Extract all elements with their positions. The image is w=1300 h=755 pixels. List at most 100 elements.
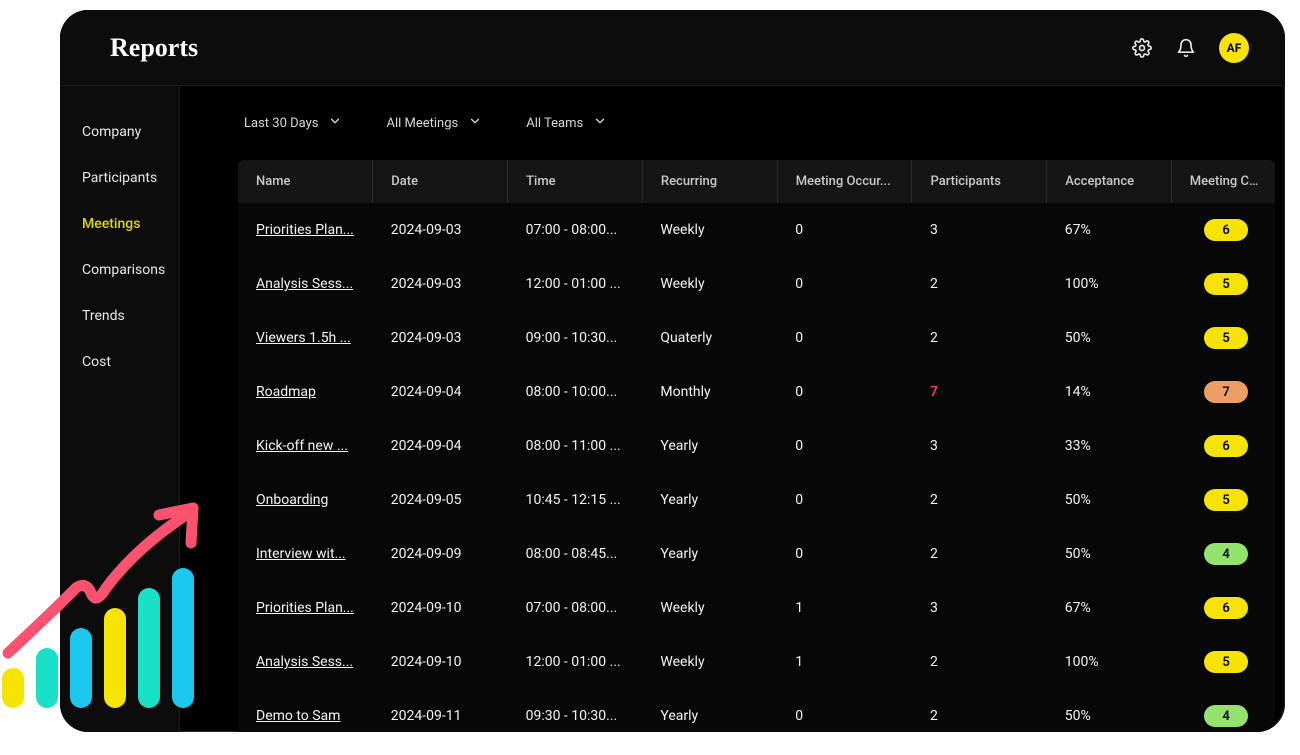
cell-occurrences: 0 [777, 473, 912, 527]
cell-recurring: Weekly [642, 581, 777, 635]
cell-participants: 3 [912, 581, 1047, 635]
cell-occurrences: 0 [777, 689, 912, 732]
table-row[interactable]: Kick-off new ...2024-09-0408:00 - 11:00 … [238, 419, 1275, 473]
cell-name[interactable]: Priorities Plan... [238, 203, 373, 257]
app-header: Reports AF [60, 10, 1285, 86]
cost-pill: 4 [1204, 543, 1248, 565]
cell-cost: 4 [1171, 527, 1275, 581]
cell-cost: 5 [1171, 635, 1275, 689]
sidebar: Company Participants Meetings Comparison… [60, 86, 180, 732]
cell-date: 2024-09-04 [373, 419, 508, 473]
cell-date: 2024-09-03 [373, 257, 508, 311]
cell-cost: 5 [1171, 311, 1275, 365]
cell-recurring: Quaterly [642, 311, 777, 365]
col-header-name[interactable]: Name [238, 160, 373, 203]
cell-name[interactable]: Analysis Sess... [238, 635, 373, 689]
cost-pill: 4 [1204, 705, 1248, 727]
cell-acceptance: 50% [1047, 311, 1171, 365]
table-row[interactable]: Priorities Plan...2024-09-0307:00 - 08:0… [238, 203, 1275, 257]
cell-cost: 7 [1171, 365, 1275, 419]
cell-name[interactable]: Onboarding [238, 473, 373, 527]
sidebar-item-company[interactable]: Company [82, 124, 179, 140]
filter-meetings-label: All Meetings [386, 116, 458, 131]
cell-participants: 7 [912, 365, 1047, 419]
table-row[interactable]: Analysis Sess...2024-09-0312:00 - 01:00 … [238, 257, 1275, 311]
table-row[interactable]: Analysis Sess...2024-09-1012:00 - 01:00 … [238, 635, 1275, 689]
table-header-row: Name Date Time Recurring Meeting Occur..… [238, 160, 1275, 203]
cell-recurring: Weekly [642, 257, 777, 311]
table-row[interactable]: Viewers 1.5h ...2024-09-0309:00 - 10:30.… [238, 311, 1275, 365]
cell-participants: 2 [912, 257, 1047, 311]
filter-meetings[interactable]: All Meetings [386, 114, 482, 132]
table-row[interactable]: Roadmap2024-09-0408:00 - 10:00...Monthly… [238, 365, 1275, 419]
chevron-down-icon [593, 114, 607, 132]
cell-date: 2024-09-10 [373, 581, 508, 635]
table-row[interactable]: Priorities Plan...2024-09-1007:00 - 08:0… [238, 581, 1275, 635]
cell-occurrences: 0 [777, 311, 912, 365]
col-header-cost[interactable]: Meeting Cost I... [1171, 160, 1275, 203]
cell-time: 09:00 - 10:30... [508, 311, 643, 365]
sidebar-item-comparisons[interactable]: Comparisons [82, 262, 179, 278]
cell-acceptance: 67% [1047, 203, 1171, 257]
cost-pill: 5 [1204, 327, 1248, 349]
cell-occurrences: 1 [777, 581, 912, 635]
col-header-date[interactable]: Date [373, 160, 508, 203]
cell-occurrences: 0 [777, 257, 912, 311]
cell-participants: 3 [912, 419, 1047, 473]
gear-icon[interactable] [1131, 37, 1153, 59]
cell-date: 2024-09-04 [373, 365, 508, 419]
col-header-acceptance[interactable]: Acceptance [1047, 160, 1171, 203]
cell-occurrences: 0 [777, 203, 912, 257]
cost-pill: 7 [1204, 381, 1248, 403]
cell-recurring: Yearly [642, 527, 777, 581]
cell-time: 08:00 - 11:00 ... [508, 419, 643, 473]
cell-participants: 3 [912, 203, 1047, 257]
cell-participants: 2 [912, 311, 1047, 365]
cost-pill: 5 [1204, 489, 1248, 511]
cell-occurrences: 0 [777, 365, 912, 419]
col-header-time[interactable]: Time [508, 160, 643, 203]
cell-name[interactable]: Viewers 1.5h ... [238, 311, 373, 365]
app-window: Reports AF Company Participants Meetings… [60, 10, 1285, 732]
cell-date: 2024-09-09 [373, 527, 508, 581]
cell-date: 2024-09-10 [373, 635, 508, 689]
cell-name[interactable]: Demo to Sam [238, 689, 373, 732]
cell-acceptance: 100% [1047, 257, 1171, 311]
cell-name[interactable]: Kick-off new ... [238, 419, 373, 473]
cell-acceptance: 100% [1047, 635, 1171, 689]
avatar[interactable]: AF [1219, 33, 1249, 63]
sidebar-item-trends[interactable]: Trends [82, 308, 179, 324]
cell-cost: 6 [1171, 581, 1275, 635]
cell-cost: 6 [1171, 419, 1275, 473]
table-row[interactable]: Onboarding2024-09-0510:45 - 12:15 ...Yea… [238, 473, 1275, 527]
cell-name[interactable]: Priorities Plan... [238, 581, 373, 635]
cell-name[interactable]: Analysis Sess... [238, 257, 373, 311]
cell-participants: 2 [912, 473, 1047, 527]
cell-name[interactable]: Interview wit... [238, 527, 373, 581]
col-header-occurrences[interactable]: Meeting Occur... [777, 160, 912, 203]
cost-pill: 6 [1204, 597, 1248, 619]
header-actions: AF [1131, 33, 1249, 63]
cell-date: 2024-09-03 [373, 203, 508, 257]
cell-recurring: Weekly [642, 635, 777, 689]
cell-recurring: Monthly [642, 365, 777, 419]
bell-icon[interactable] [1175, 37, 1197, 59]
table-row[interactable]: Demo to Sam2024-09-1109:30 - 10:30...Yea… [238, 689, 1275, 732]
filter-date-range[interactable]: Last 30 Days [244, 114, 342, 132]
cell-participants: 2 [912, 689, 1047, 732]
sidebar-item-cost[interactable]: Cost [82, 354, 179, 370]
cell-name[interactable]: Roadmap [238, 365, 373, 419]
col-header-participants[interactable]: Participants [912, 160, 1047, 203]
filter-teams[interactable]: All Teams [526, 114, 607, 132]
meetings-table-scroll[interactable]: Name Date Time Recurring Meeting Occur..… [238, 160, 1275, 732]
cell-time: 08:00 - 08:45... [508, 527, 643, 581]
sidebar-item-participants[interactable]: Participants [82, 170, 179, 186]
col-header-recurring[interactable]: Recurring [642, 160, 777, 203]
sidebar-item-meetings[interactable]: Meetings [82, 216, 179, 232]
table-row[interactable]: Interview wit...2024-09-0908:00 - 08:45.… [238, 527, 1275, 581]
cell-recurring: Yearly [642, 473, 777, 527]
cell-date: 2024-09-05 [373, 473, 508, 527]
cell-date: 2024-09-11 [373, 689, 508, 732]
cell-recurring: Yearly [642, 419, 777, 473]
cell-cost: 5 [1171, 473, 1275, 527]
